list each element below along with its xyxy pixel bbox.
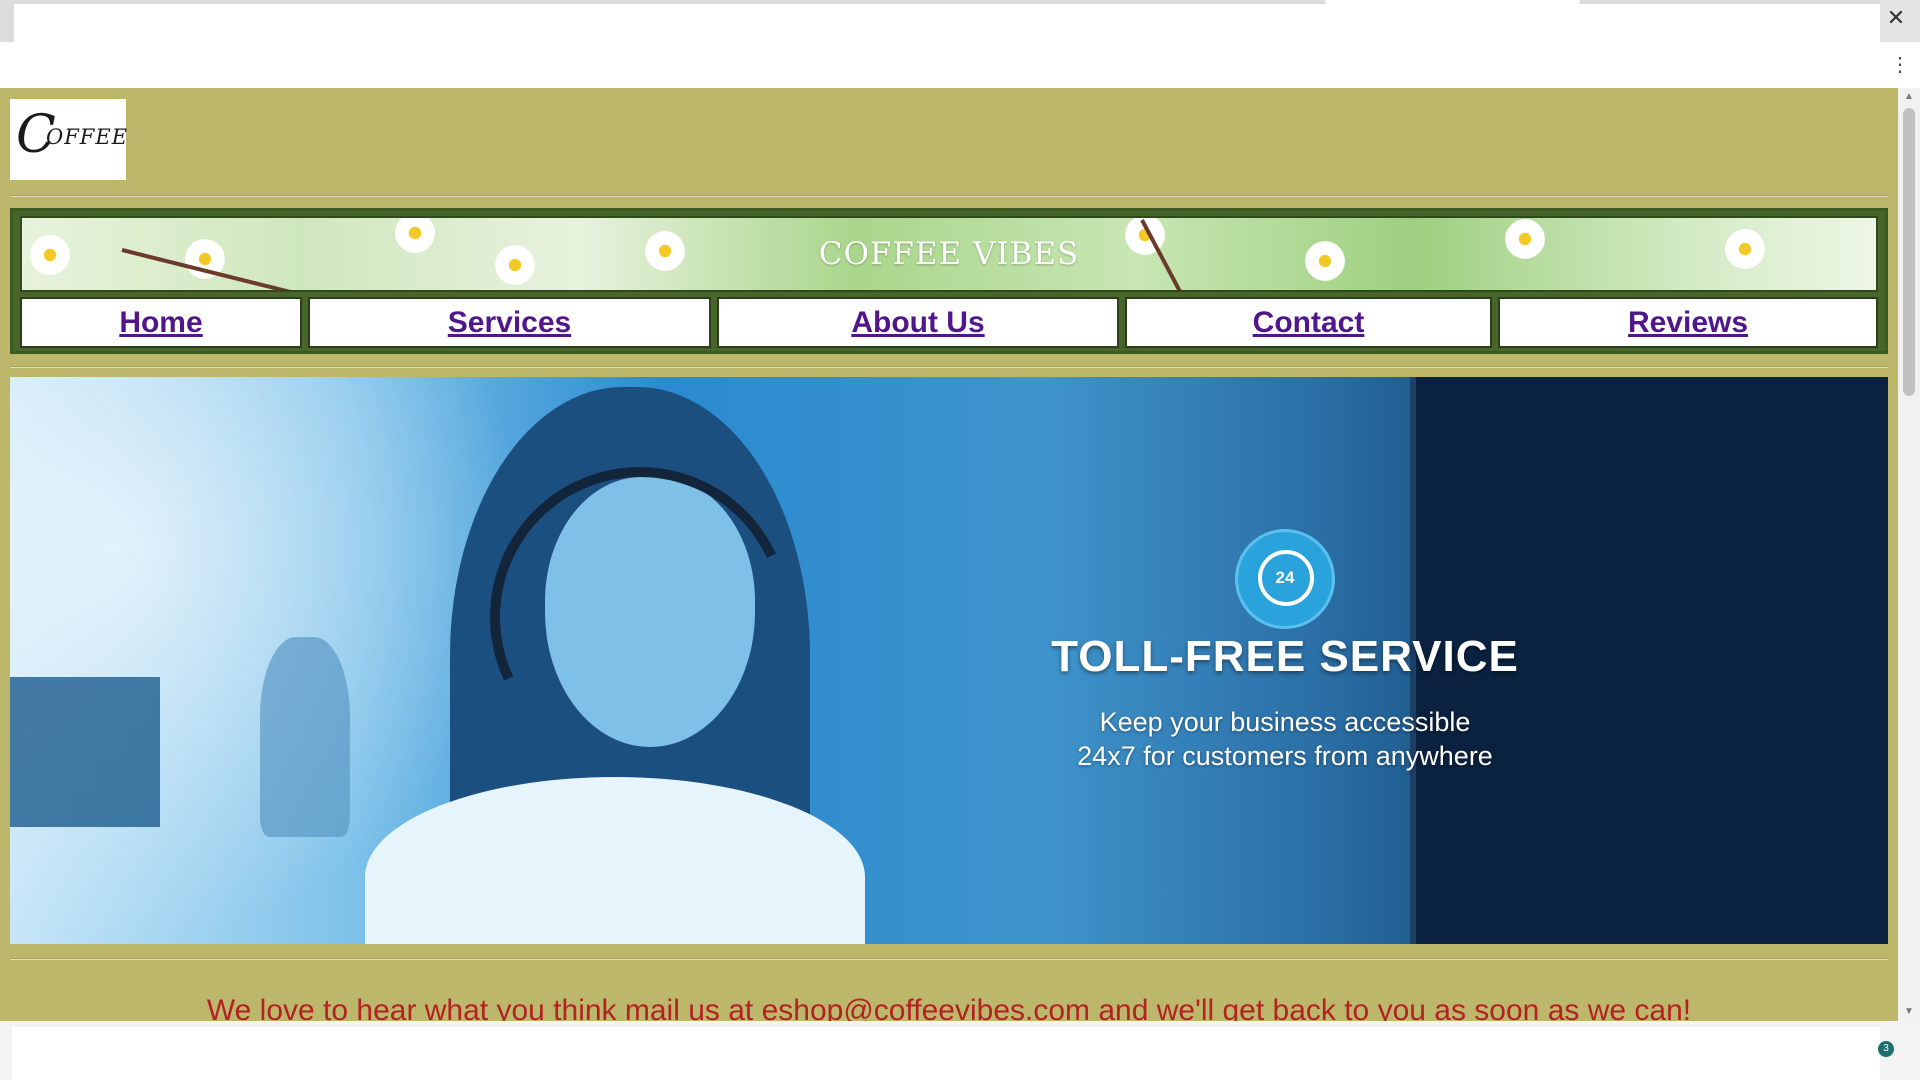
divider-bottom [10,958,1888,960]
notification-badge[interactable]: 3 [1878,1041,1894,1057]
nav-item-reviews[interactable]: Reviews [1498,297,1878,348]
nav-link-about-us[interactable]: About Us [851,306,984,339]
header-frame: COFFEE VIBES Home Services About Us Cont… [10,208,1888,354]
nav-item-services[interactable]: Services [308,297,711,348]
background-person [260,637,350,837]
page-viewport: C OFFEE COFFEE VIBES Home Services About… [0,88,1898,1021]
close-icon[interactable]: ✕ [1884,6,1908,30]
browser-left-notch [0,0,14,42]
hero-subtitle-line2: 24x7 for customers from anywhere [1077,741,1493,771]
bottom-panel-content [12,1027,1880,1080]
more-options-icon[interactable]: ⋮ [1890,54,1910,76]
scrollbar-thumb[interactable] [1903,108,1915,396]
scroll-down-arrow-icon[interactable]: ▼ [1898,1003,1920,1021]
hero-subtitle-line1: Keep your business accessible [1099,707,1471,737]
site-logo[interactable]: C OFFEE [10,99,129,180]
nav-item-about-us[interactable]: About Us [717,297,1119,348]
nav-item-contact[interactable]: Contact [1125,297,1492,348]
nav-link-contact[interactable]: Contact [1253,306,1365,339]
24-hour-support-icon: 24 [1235,529,1335,629]
background-monitor-left [10,677,160,827]
active-tab-gap [1325,0,1580,6]
browser-top-strip [0,0,1920,6]
hero-title: TOLL-FREE SERVICE [1051,632,1519,681]
divider-middle [10,366,1888,368]
nav-item-home[interactable]: Home [20,297,302,348]
banner-title: COFFEE VIBES [818,236,1080,272]
main-navigation: Home Services About Us Contact Reviews [20,297,1878,348]
hero-banner-image: 24 TOLL-FREE SERVICE Keep your business … [10,377,1888,944]
divider-top [10,195,1888,197]
hero-subtitle: Keep your business accessible 24x7 for c… [1010,705,1560,773]
feedback-message: We love to hear what you think mail us a… [206,994,1692,1021]
bottom-panel: 3 [0,1021,1920,1080]
scroll-up-arrow-icon[interactable]: ▲ [1898,88,1920,106]
nav-link-services[interactable]: Services [448,306,571,339]
logo-text: OFFEE [46,125,129,149]
nav-link-reviews[interactable]: Reviews [1628,306,1748,339]
banner-image: COFFEE VIBES [20,216,1878,292]
vertical-scrollbar[interactable]: ▲ ▼ [1898,88,1920,1021]
nav-link-home[interactable]: Home [119,306,202,339]
badge-number: 24 [1275,568,1295,587]
